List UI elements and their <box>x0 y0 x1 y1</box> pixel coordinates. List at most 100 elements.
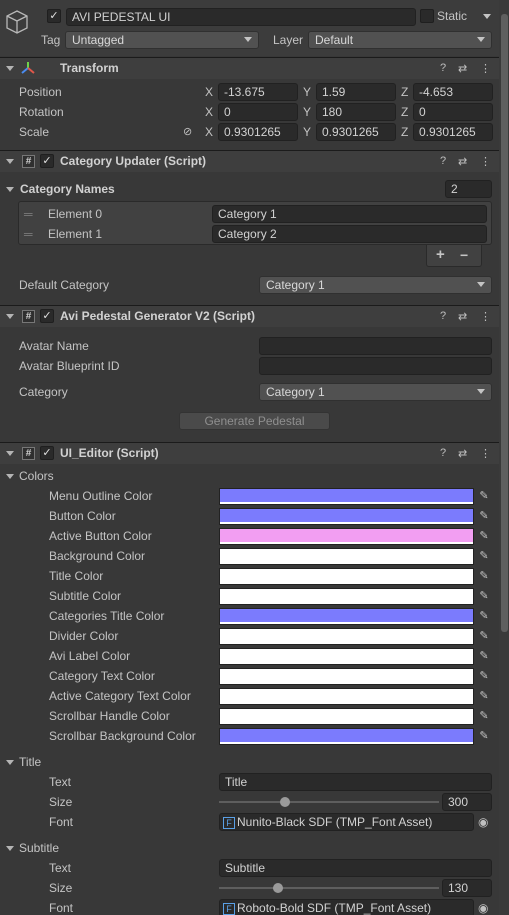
ui-editor-header[interactable]: # ✓ UI_Editor (Script) ? ⇄ ⋮ <box>0 442 499 464</box>
help-icon[interactable]: ? <box>440 155 446 167</box>
settings-icon[interactable]: ⇄ <box>458 155 467 168</box>
eyedropper-icon[interactable]: ✎ <box>476 628 492 644</box>
subtitle-size-slider-knob[interactable] <box>273 883 284 893</box>
color-swatch[interactable] <box>219 648 474 665</box>
active-checkbox[interactable]: ✓ <box>47 9 61 23</box>
eyedropper-icon[interactable]: ✎ <box>476 728 492 744</box>
eyedropper-icon[interactable]: ✎ <box>476 508 492 524</box>
object-picker-icon[interactable]: ◉ <box>478 901 488 915</box>
scale-z-field[interactable]: 0.9301265 <box>413 123 493 141</box>
color-swatch[interactable] <box>219 708 474 725</box>
eyedropper-icon[interactable]: ✎ <box>476 648 492 664</box>
layer-dropdown[interactable]: Default <box>308 31 492 49</box>
axis-z-label[interactable]: Z <box>401 105 408 119</box>
foldout-arrow-icon[interactable] <box>6 66 14 71</box>
avatar-name-field[interactable] <box>259 337 492 355</box>
axis-x-label[interactable]: X <box>205 125 213 139</box>
title-section-label[interactable]: Title <box>19 755 41 769</box>
object-picker-icon[interactable]: ◉ <box>478 815 488 829</box>
drag-handle-icon[interactable]: ═ <box>24 207 33 221</box>
title-size-slider-knob[interactable] <box>280 797 290 807</box>
subtitle-section-label[interactable]: Subtitle <box>19 841 59 855</box>
title-size-field[interactable]: 300 <box>442 793 492 811</box>
enabled-checkbox[interactable]: ✓ <box>40 309 54 323</box>
settings-icon[interactable]: ⇄ <box>458 62 467 75</box>
scale-x-field[interactable]: 0.9301265 <box>218 123 298 141</box>
help-icon[interactable]: ? <box>440 310 446 322</box>
color-swatch[interactable] <box>219 568 474 585</box>
subtitle-size-slider[interactable] <box>219 887 439 889</box>
inspector-scrollbar-thumb[interactable] <box>501 14 508 632</box>
color-swatch[interactable] <box>219 588 474 605</box>
eyedropper-icon[interactable]: ✎ <box>476 548 492 564</box>
axis-x-label[interactable]: X <box>205 105 213 119</box>
color-swatch[interactable] <box>219 488 474 505</box>
axis-y-label[interactable]: Y <box>303 85 311 99</box>
position-x-field[interactable]: -13.675 <box>218 83 298 101</box>
foldout-arrow-icon[interactable] <box>6 474 14 479</box>
generate-pedestal-button[interactable]: Generate Pedestal <box>179 412 330 430</box>
subtitle-text-field[interactable]: Subtitle <box>219 859 492 877</box>
title-size-slider[interactable] <box>219 801 439 803</box>
foldout-arrow-icon[interactable] <box>6 187 14 192</box>
menu-icon[interactable]: ⋮ <box>480 447 491 460</box>
subtitle-font-field[interactable]: F Roboto-Bold SDF (TMP_Font Asset) <box>219 899 474 915</box>
eyedropper-icon[interactable]: ✎ <box>476 708 492 724</box>
eyedropper-icon[interactable]: ✎ <box>476 668 492 684</box>
color-swatch[interactable] <box>219 728 474 745</box>
category-names-count[interactable]: 2 <box>445 180 492 198</box>
settings-icon[interactable]: ⇄ <box>458 310 467 323</box>
color-swatch[interactable] <box>219 508 474 525</box>
category-names-label[interactable]: Category Names <box>20 182 115 196</box>
help-icon[interactable]: ? <box>440 62 446 74</box>
foldout-arrow-icon[interactable] <box>6 846 14 851</box>
axis-z-label[interactable]: Z <box>401 125 408 139</box>
color-swatch[interactable] <box>219 528 474 545</box>
avatar-blueprint-field[interactable] <box>259 357 492 375</box>
generator-header[interactable]: # ✓ Avi Pedestal Generator V2 (Script) ?… <box>0 305 499 327</box>
foldout-arrow-icon[interactable] <box>6 314 14 319</box>
title-font-field[interactable]: F Nunito-Black SDF (TMP_Font Asset) <box>219 813 474 831</box>
foldout-arrow-icon[interactable] <box>6 159 14 164</box>
position-y-field[interactable]: 1.59 <box>316 83 396 101</box>
help-icon[interactable]: ? <box>440 447 446 459</box>
static-checkbox[interactable] <box>420 9 434 23</box>
color-swatch[interactable] <box>219 608 474 625</box>
axis-y-label[interactable]: Y <box>303 125 311 139</box>
rotation-z-field[interactable]: 0 <box>413 103 493 121</box>
object-name-field[interactable]: AVI PEDESTAL UI <box>66 8 416 26</box>
axis-y-label[interactable]: Y <box>303 105 311 119</box>
menu-icon[interactable]: ⋮ <box>480 62 491 75</box>
rotation-x-field[interactable]: 0 <box>218 103 298 121</box>
element-value-field[interactable]: Category 1 <box>212 205 487 223</box>
axis-x-label[interactable]: X <box>205 85 213 99</box>
remove-element-button[interactable]: − <box>460 247 468 263</box>
enabled-checkbox[interactable]: ✓ <box>40 154 54 168</box>
eyedropper-icon[interactable]: ✎ <box>476 688 492 704</box>
menu-icon[interactable]: ⋮ <box>480 155 491 168</box>
static-dropdown-arrow[interactable] <box>483 14 491 19</box>
tag-dropdown[interactable]: Untagged <box>65 31 259 49</box>
default-category-dropdown[interactable]: Category 1 <box>259 276 492 294</box>
element-value-field[interactable]: Category 2 <box>212 225 487 243</box>
settings-icon[interactable]: ⇄ <box>458 447 467 460</box>
position-z-field[interactable]: -4.653 <box>413 83 493 101</box>
drag-handle-icon[interactable]: ═ <box>24 227 33 241</box>
color-swatch[interactable] <box>219 668 474 685</box>
eyedropper-icon[interactable]: ✎ <box>476 608 492 624</box>
link-icon[interactable]: ⊘ <box>183 125 192 138</box>
eyedropper-icon[interactable]: ✎ <box>476 588 492 604</box>
scale-y-field[interactable]: 0.9301265 <box>316 123 396 141</box>
color-swatch[interactable] <box>219 688 474 705</box>
title-text-field[interactable]: Title <box>219 773 492 791</box>
menu-icon[interactable]: ⋮ <box>480 310 491 323</box>
foldout-arrow-icon[interactable] <box>6 760 14 765</box>
category-updater-header[interactable]: # ✓ Category Updater (Script) ? ⇄ ⋮ <box>0 150 499 172</box>
add-element-button[interactable]: + <box>436 246 445 263</box>
eyedropper-icon[interactable]: ✎ <box>476 488 492 504</box>
foldout-arrow-icon[interactable] <box>6 451 14 456</box>
rotation-y-field[interactable]: 180 <box>316 103 396 121</box>
color-swatch[interactable] <box>219 548 474 565</box>
eyedropper-icon[interactable]: ✎ <box>476 528 492 544</box>
eyedropper-icon[interactable]: ✎ <box>476 568 492 584</box>
